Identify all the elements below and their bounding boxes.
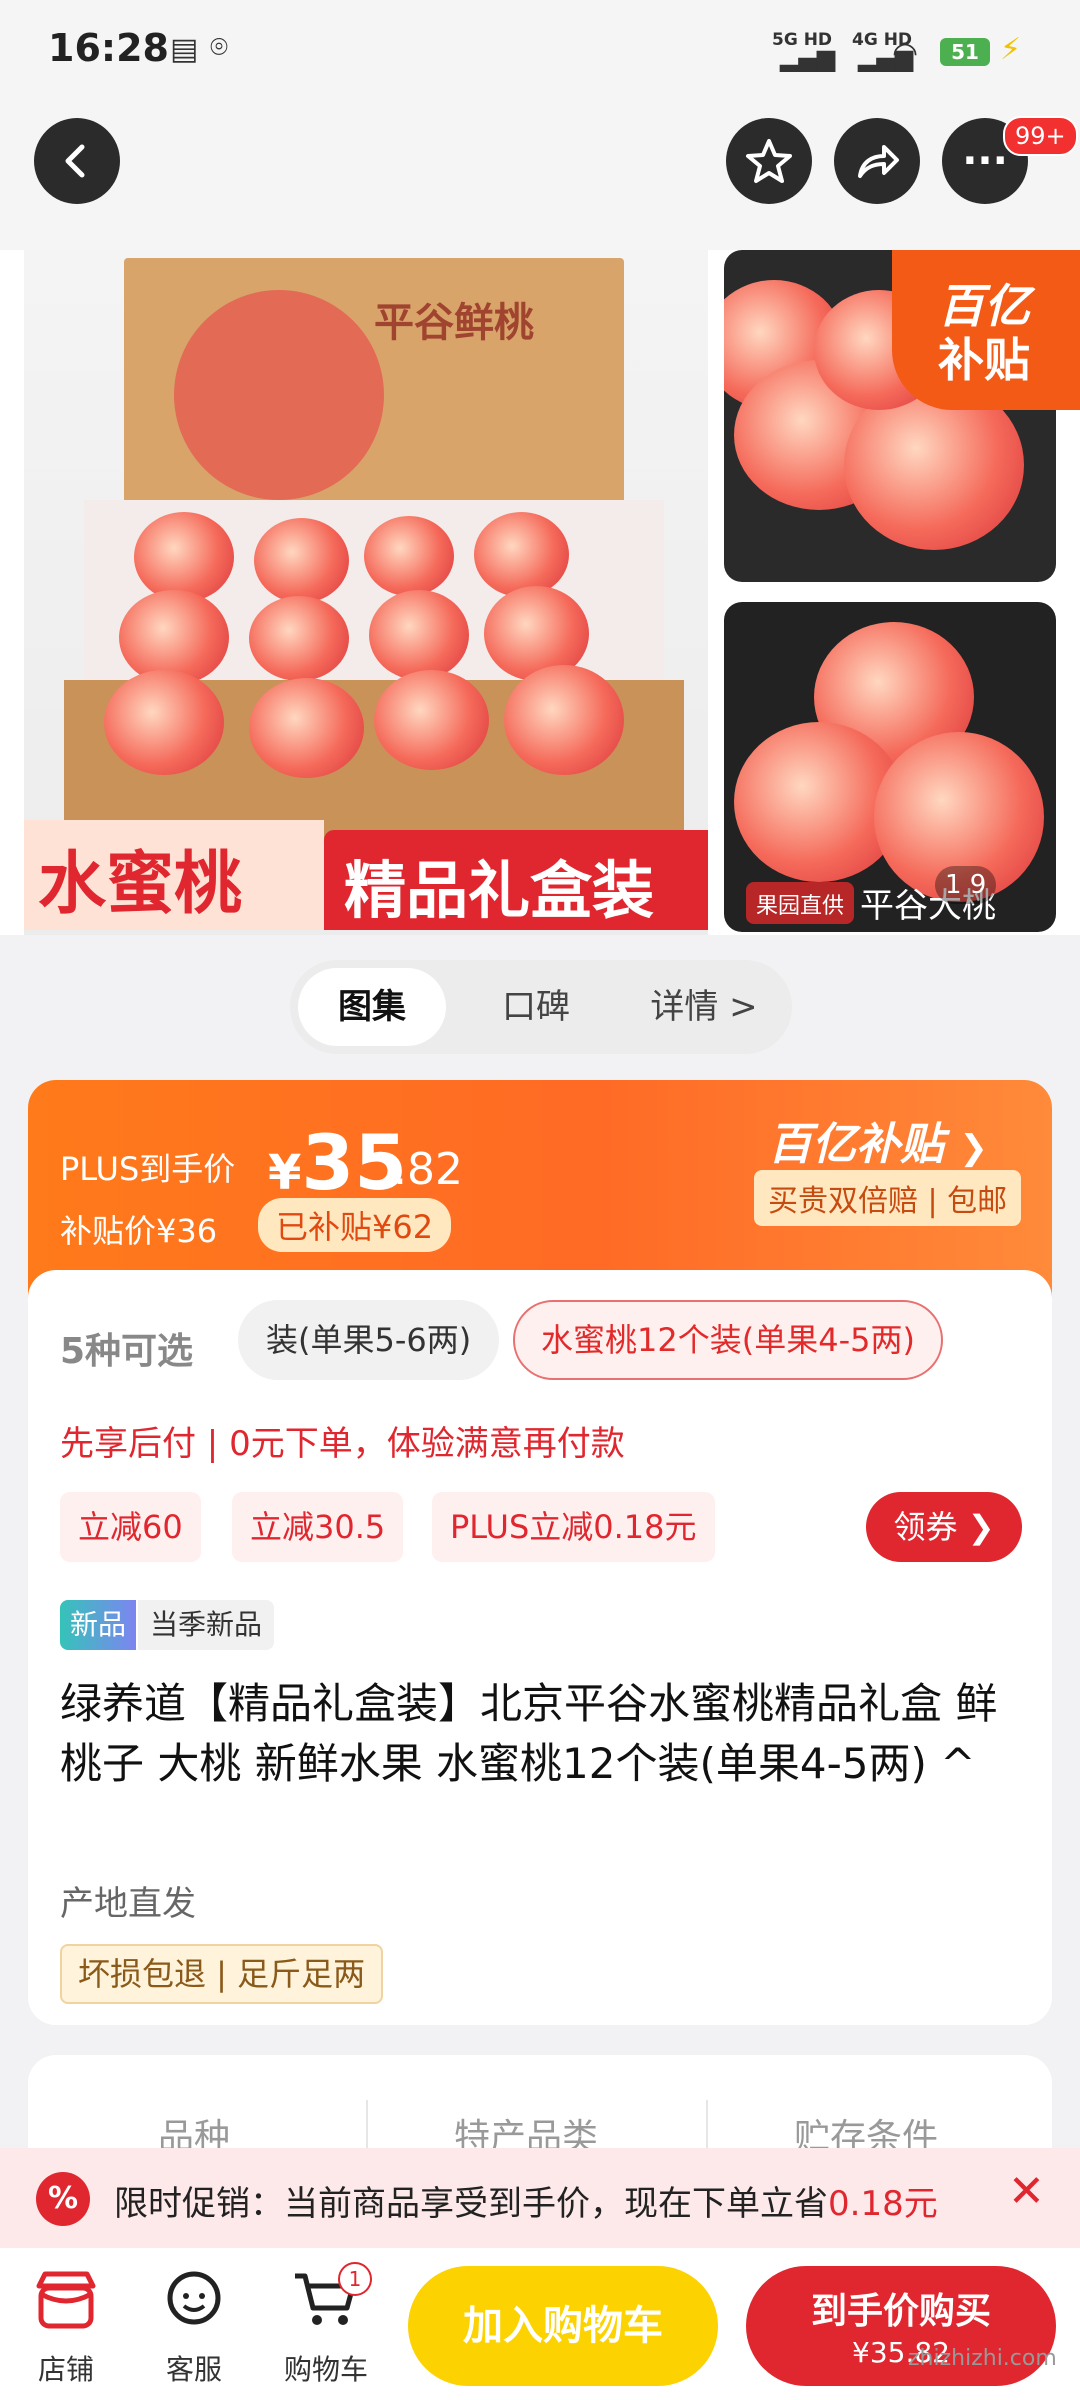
shipping-origin: 产地直发 — [60, 1884, 196, 1924]
price-decimal: .82 — [393, 1144, 463, 1195]
peach — [374, 670, 489, 770]
currency-symbol: ¥ — [268, 1145, 302, 1201]
billion-subsidy-logo[interactable]: 百亿补贴 ❯ — [768, 1108, 988, 1172]
product-title[interactable]: 绿养道【精品礼盒装】北京平谷水蜜桃精品礼盒 鲜桃子 大桃 新鲜水果 水蜜桃12个… — [60, 1674, 1020, 1794]
peach — [134, 512, 234, 602]
coupon-tag[interactable]: PLUS立减0.18元 — [432, 1492, 715, 1562]
peach — [364, 516, 454, 596]
spec-option[interactable]: 装(单果5-6两) — [238, 1300, 500, 1380]
top-nav — [0, 100, 1080, 250]
customer-service-button[interactable] — [154, 2268, 234, 2338]
battery-indicator: 51 — [940, 38, 990, 66]
shop-icon — [36, 2271, 96, 2329]
more-dots-icon: ··· — [962, 138, 1008, 184]
promo-amount: 0.18元 — [828, 2184, 938, 2224]
spec-option-selected[interactable]: 水蜜桃12个装(单果4-5两) — [513, 1300, 943, 1380]
peach — [104, 670, 224, 775]
price-card-body: 5种可选 装(单果5-6两) 水蜜桃12个装(单果4-5两) 先享后付 | 0元… — [28, 1270, 1052, 2025]
coupon-tag[interactable]: 立减30.5 — [232, 1492, 404, 1562]
share-button[interactable] — [834, 118, 920, 204]
price-card: PLUS到手价 ¥35 .82 补贴价¥36 已补贴¥62 百亿补贴 ❯ 买贵双… — [28, 1080, 1052, 2025]
status-time: 16:28 — [48, 26, 169, 70]
cart-count-badge: 1 — [338, 2262, 372, 2296]
peach — [504, 665, 624, 775]
site-watermark: zhizhizhi.com — [908, 2346, 1057, 2371]
tab-gallery[interactable]: 图集 — [298, 968, 446, 1046]
get-coupon-button[interactable]: 领券 ❯ — [866, 1492, 1022, 1562]
chat-icon — [167, 2271, 221, 2325]
add-to-cart-button[interactable]: 加入购物车 — [408, 2266, 718, 2386]
product-gallery[interactable]: 平谷鲜桃 水蜜桃 精品礼盒装 百亿 补贴 果园直供 平谷大桃 1 9 — [0, 250, 1080, 935]
attribute-divider — [366, 2100, 368, 2150]
back-button[interactable] — [34, 118, 120, 204]
billion-subsidy-text: 百亿补贴 — [768, 1119, 944, 1170]
banner-left-text: 水蜜桃 — [38, 845, 243, 924]
box-logo — [174, 290, 384, 500]
cart-label: 购物车 — [283, 2353, 368, 2386]
signal-icon: ▂▄▆ — [780, 44, 836, 72]
get-coupon-label: 领券 — [893, 1508, 958, 1546]
peach — [474, 512, 569, 597]
banner-right-text: 精品礼盒装 — [344, 854, 655, 927]
coupon-tag[interactable]: 立减60 — [60, 1492, 201, 1562]
peach — [254, 518, 349, 603]
attribute-divider — [706, 2100, 708, 2150]
charging-icon: ⚡ — [1000, 32, 1022, 67]
share-icon — [858, 145, 899, 178]
gallery-tabs: 图集 口碑 详情 > — [290, 960, 792, 1054]
star-icon — [746, 139, 792, 183]
tab-details[interactable]: 详情 > — [620, 968, 788, 1046]
billion-subsidy-guarantee: 买贵双倍赔 | 包邮 — [754, 1170, 1022, 1226]
pay-later-line[interactable]: 先享后付 | 0元下单，体验满意再付款 — [60, 1416, 625, 1465]
gallery-pager: 1 9 — [935, 866, 997, 904]
notification-badge: 99+ — [1003, 116, 1078, 156]
price-integer: ¥35 — [268, 1118, 407, 1207]
percent-icon: % — [36, 2172, 90, 2226]
orchard-direct-tag: 果园直供 — [746, 882, 855, 924]
main-product-image[interactable]: 平谷鲜桃 水蜜桃 精品礼盒装 — [24, 250, 708, 935]
subsidy-amount-badge: 已补贴¥62 — [258, 1198, 452, 1252]
service-guarantees[interactable]: 坏损包退 | 足斤足两 — [60, 1944, 384, 2004]
shop-label: 店铺 — [37, 2353, 94, 2386]
seasonal-new-label: 当季新品 — [138, 1600, 275, 1650]
peach — [249, 596, 349, 681]
customer-service-label: 客服 — [165, 2353, 222, 2386]
chevron-right-icon: ❯ — [967, 1508, 995, 1546]
close-icon[interactable]: ✕ — [1008, 2166, 1045, 2217]
peach — [369, 590, 469, 680]
subsidy-corner-line2: 补贴 — [938, 333, 1030, 387]
chevron-right-icon: ❯ — [959, 1128, 988, 1168]
plus-price-label: PLUS到手价 — [60, 1150, 236, 1188]
back-arrow-icon — [65, 144, 85, 178]
location-icon: ⌾ — [210, 30, 228, 65]
box-title-text: 平谷鲜桃 — [374, 300, 534, 346]
sim-card-icon: ▤ — [170, 32, 199, 67]
buy-now-label: 到手价购买 — [810, 2291, 991, 2332]
promo-text: 限时促销：当前商品享受到手价，现在下单立省0.18元 — [114, 2176, 938, 2225]
subsidy-price: 补贴价¥36 — [60, 1212, 218, 1250]
promo-message: 限时促销：当前商品享受到手价，现在下单立省 — [114, 2184, 828, 2224]
spec-count: 5种可选 — [60, 1331, 194, 1372]
favorite-button[interactable] — [726, 118, 812, 204]
peach — [249, 678, 364, 778]
shop-button[interactable] — [26, 2268, 106, 2338]
tab-reviews[interactable]: 口碑 — [462, 968, 610, 1046]
new-product-badge: 新品 — [60, 1600, 137, 1650]
wifi-icon: ◠ — [892, 36, 919, 71]
price-integer-value: 35 — [301, 1118, 408, 1207]
